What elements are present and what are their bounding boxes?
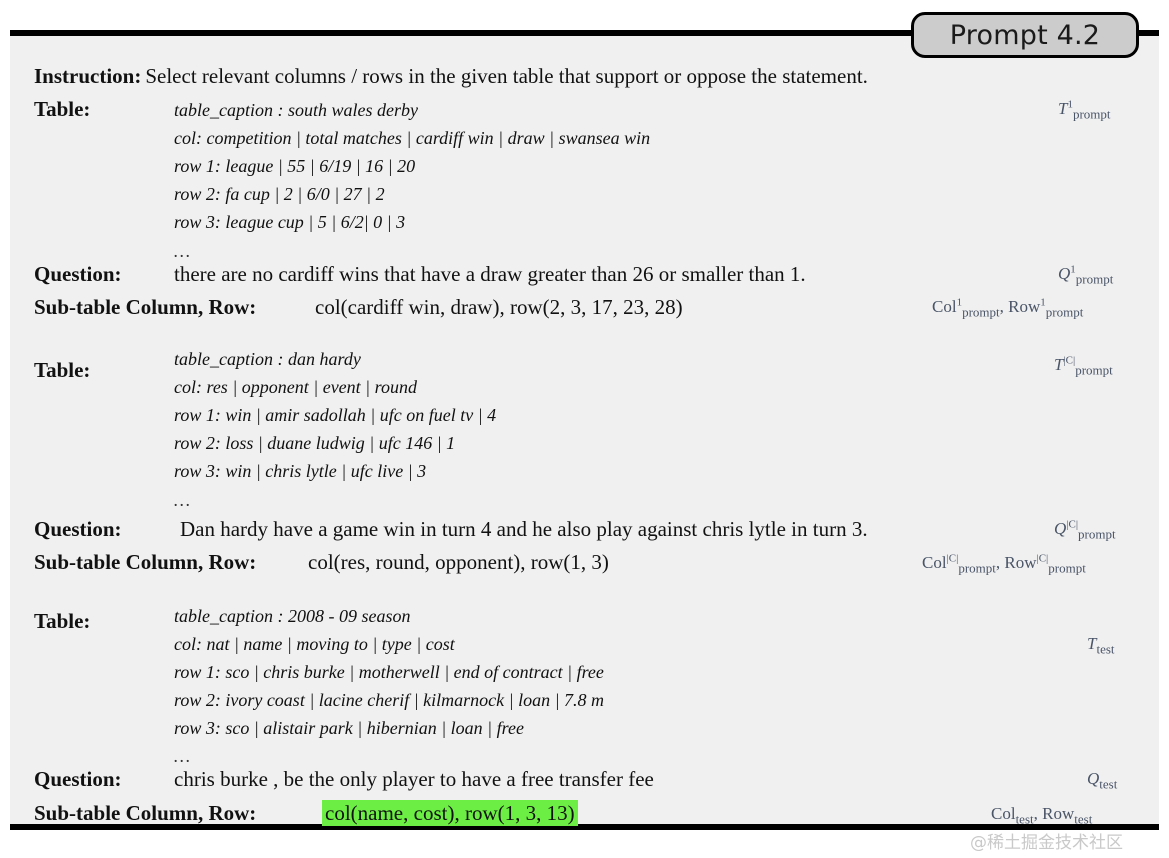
table-line-3-1: col: nat | name | moving to | type | cos… xyxy=(174,634,455,654)
annot-subtable-3: Coltest, Rowtest xyxy=(991,804,1093,827)
annot-subtable-1: Col1prompt, Row1prompt xyxy=(932,297,1084,320)
table-ellipsis-2: … xyxy=(174,490,193,510)
table-line-2-0: table_caption : dan hardy xyxy=(174,349,361,369)
annot-row-sym: Row xyxy=(1008,297,1041,316)
table-line-1-3: row 2: fa cup | 2 | 6/0 | 27 | 2 xyxy=(174,184,385,204)
annot-col-sub: prompt xyxy=(958,560,996,576)
table-label-3: Table: xyxy=(34,609,91,633)
instruction-text: Select relevant columns / rows in the gi… xyxy=(145,64,868,88)
annot-sub: test xyxy=(1096,641,1115,657)
question-label-2: Question: xyxy=(34,517,122,541)
annot-question-1: Q1prompt xyxy=(1058,264,1114,287)
question-text-1: there are no cardiff wins that have a dr… xyxy=(174,262,806,286)
annot-question-2: Q|C|prompt xyxy=(1054,518,1116,542)
annot-sub: prompt xyxy=(1075,271,1114,287)
subtable-label-2: Sub-table Column, Row: xyxy=(34,550,257,574)
instruction-label: Instruction: xyxy=(34,64,142,88)
figure-content: Instruction: Select relevant columns / r… xyxy=(10,36,1159,827)
figure-root: Prompt 4.2 Instruction: Select relevant … xyxy=(0,0,1169,858)
table-line-2-3: row 2: loss | duane ludwig | ufc 146 | 1 xyxy=(174,433,456,453)
annot-question-3: Qtest xyxy=(1087,769,1118,792)
table-line-2-4: row 3: win | chris lytle | ufc live | 3 xyxy=(174,461,427,481)
annot-separator: , xyxy=(1033,804,1043,823)
annot-col-sub: prompt xyxy=(962,304,1000,320)
table-line-2-1: col: res | opponent | event | round xyxy=(174,377,417,397)
table-line-3-3: row 2: ivory coast | lacine cherif | kil… xyxy=(174,690,605,710)
table-ellipsis-3: … xyxy=(174,746,193,766)
annot-subtable-2: Col|C|prompt, Row|C|prompt xyxy=(922,552,1086,576)
subtable-text-1: col(cardiff win, draw), row(2, 3, 17, 23… xyxy=(315,295,683,319)
table-line-1-0: table_caption : south wales derby xyxy=(174,100,418,120)
annot-sup: |C| xyxy=(1063,354,1076,367)
annot-row-sym: Row xyxy=(1004,553,1037,572)
table-label-1: Table: xyxy=(34,97,91,121)
instruction-line: Instruction: Select relevant columns / r… xyxy=(34,64,868,89)
annot-row-sub: prompt xyxy=(1048,560,1086,576)
annot-col-sym: Col xyxy=(932,297,957,316)
table-line-3-2: row 1: sco | chris burke | motherwell | … xyxy=(174,662,604,682)
annot-sub: test xyxy=(1099,776,1118,792)
subtable-highlight-3: col(name, cost), row(1, 3, 13) xyxy=(322,800,578,826)
annot-table-1: T1prompt xyxy=(1058,99,1111,122)
table-line-2-2: row 1: win | amir sadollah | ufc on fuel… xyxy=(174,405,497,425)
annot-row-sub: test xyxy=(1074,811,1093,827)
table-line-3-4: row 3: sco | alistair park | hibernian |… xyxy=(174,718,524,738)
annot-row-sub: prompt xyxy=(1045,304,1084,320)
question-text-3: chris burke , be the only player to have… xyxy=(174,767,654,791)
annot-col-sym: Col xyxy=(922,553,947,572)
annot-col-sup: |C| xyxy=(946,552,959,565)
annot-sub: prompt xyxy=(1075,362,1113,378)
question-label-1: Question: xyxy=(34,262,122,286)
table-line-1-2: row 1: league | 55 | 6/19 | 16 | 20 xyxy=(174,156,416,176)
subtable-text-3: col(name, cost), row(1, 3, 13) xyxy=(322,800,578,826)
annot-col-sym: Col xyxy=(991,804,1016,823)
annot-sym: Q xyxy=(1054,519,1067,538)
annot-sym: Q xyxy=(1058,264,1071,283)
annot-separator: , xyxy=(999,297,1009,316)
subtable-label-1: Sub-table Column, Row: xyxy=(34,295,257,319)
table-line-1-1: col: competition | total matches | cardi… xyxy=(174,128,651,148)
annot-sym: Q xyxy=(1087,769,1100,788)
annot-table-3: Ttest xyxy=(1087,634,1115,657)
annot-row-sup: |C| xyxy=(1036,552,1049,565)
annot-sub: prompt xyxy=(1078,526,1116,542)
subtable-text-2: col(res, round, opponent), row(1, 3) xyxy=(308,550,609,574)
table-ellipsis-1: … xyxy=(174,241,193,261)
annot-row-sym: Row xyxy=(1042,804,1075,823)
question-label-3: Question: xyxy=(34,767,122,791)
annot-col-sub: test xyxy=(1015,811,1034,827)
watermark: @稀土掘金技术社区 xyxy=(970,833,1123,853)
annot-sup: |C| xyxy=(1066,518,1079,531)
table-line-3-0: table_caption : 2008 - 09 season xyxy=(174,606,411,626)
table-line-1-4: row 3: league cup | 5 | 6/2| 0 | 3 xyxy=(174,212,406,232)
annot-sub: prompt xyxy=(1072,106,1111,122)
question-text-2: Dan hardy have a game win in turn 4 and … xyxy=(180,517,868,541)
subtable-label-3: Sub-table Column, Row: xyxy=(34,801,257,825)
table-label-2: Table: xyxy=(34,358,91,382)
annot-table-2: T|C|prompt xyxy=(1054,354,1113,378)
